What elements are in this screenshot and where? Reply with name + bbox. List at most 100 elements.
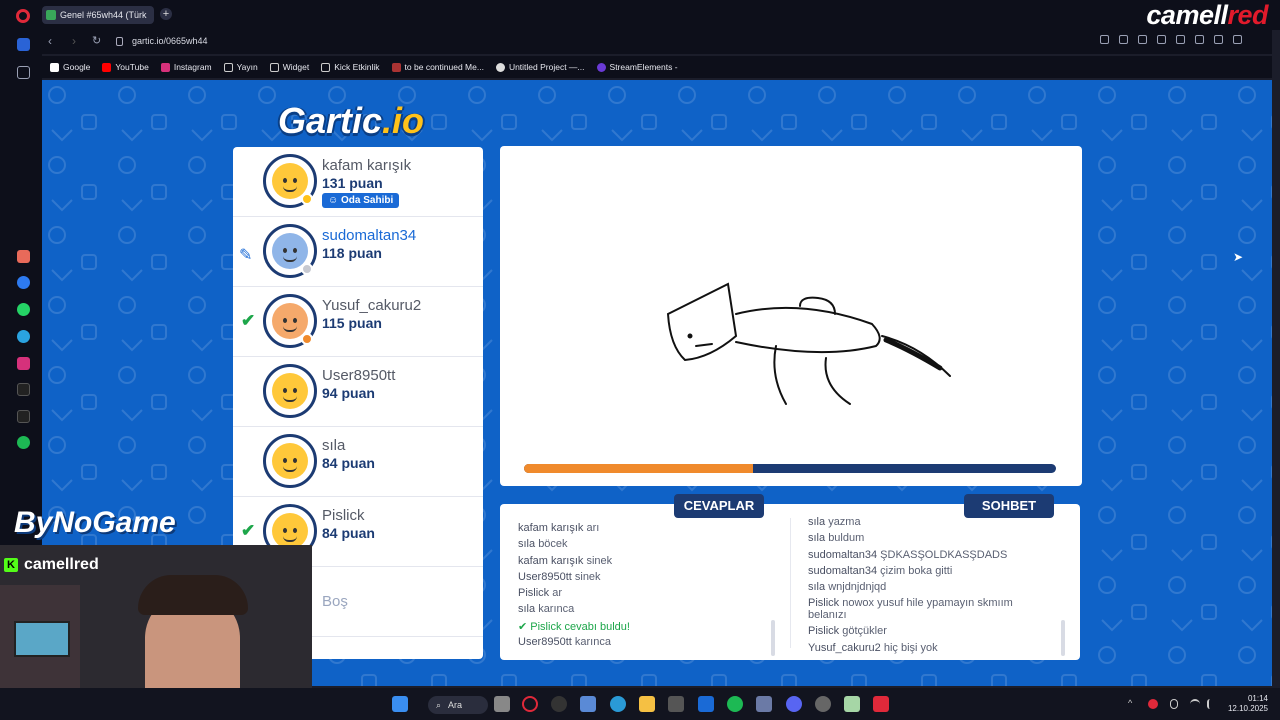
browser-tab-active[interactable]: Genel #65wh44 (Türk: [42, 6, 154, 24]
webcam-monitor: [14, 621, 70, 657]
app-taskbar-icon[interactable]: [580, 696, 596, 712]
chat-list: sıla yazma sıla buldum sudomaltan34 ŞDKA…: [808, 516, 1058, 658]
spotify-taskbar-icon[interactable]: [727, 696, 743, 712]
bynogame-overlay-logo: ByNoGame: [14, 506, 176, 539]
search-icon: ⌕: [436, 700, 442, 710]
messenger-icon[interactable]: [17, 276, 30, 289]
discord-taskbar-icon[interactable]: [786, 696, 802, 712]
home-icon[interactable]: [17, 38, 30, 51]
player-score: 131 puan: [322, 175, 383, 191]
telegram-icon[interactable]: [17, 330, 30, 343]
status-dot: [301, 333, 313, 345]
player-row[interactable]: sıla 84 puan: [233, 427, 483, 497]
round-timer-bar: [524, 464, 1056, 473]
bookmark-folder[interactable]: Yayın: [223, 62, 258, 72]
round-timer-fill: [524, 464, 753, 473]
app-taskbar-icon-3[interactable]: [815, 696, 831, 712]
chat-tab[interactable]: SOHBET: [964, 494, 1054, 518]
player-row[interactable]: ✎ sudomaltan34 118 puan: [233, 217, 483, 287]
avatar: [263, 364, 317, 418]
player-row[interactable]: kafam karışık 131 puan ☺ Oda Sahibi: [233, 147, 483, 217]
back-arrow-icon[interactable]: ‹: [48, 34, 52, 48]
x-icon[interactable]: [17, 410, 30, 423]
app-taskbar-icon-2[interactable]: [756, 696, 772, 712]
answers-scrollbar[interactable]: [771, 620, 775, 656]
logo-main: Gartic: [278, 100, 383, 141]
answers-tab[interactable]: CEVAPLAR: [674, 494, 764, 518]
bookmark-item[interactable]: StreamElements -: [596, 62, 678, 72]
obs-taskbar-icon[interactable]: [551, 696, 567, 712]
profile-icon[interactable]: [1233, 35, 1242, 44]
drawing-canvas[interactable]: [500, 146, 1082, 486]
edit-icon[interactable]: [1100, 35, 1109, 44]
outlook-taskbar-icon[interactable]: [698, 696, 714, 712]
speaker-icon[interactable]: [1207, 699, 1217, 709]
explorer-taskbar-icon[interactable]: [639, 696, 655, 712]
bookmark-folder[interactable]: Widget: [269, 62, 309, 72]
bookmark-item[interactable]: YouTube: [102, 62, 149, 72]
bookmark-item[interactable]: Untitled Project —...: [495, 62, 585, 72]
bookmarks-bar: Google YouTube Instagram Yayın Widget Ki…: [42, 56, 1272, 78]
logo-suffix: .io: [382, 100, 425, 141]
player-row[interactable]: User8950tt 94 puan: [233, 357, 483, 427]
answers-chat-panel: kafam karışık arı sıla böcek kafam karış…: [500, 504, 1080, 660]
taskbar-clock[interactable]: 01:14 12.10.2025: [1228, 694, 1268, 714]
brand-part-2: red: [1227, 0, 1268, 30]
bookmark-folder[interactable]: Kick Etkinlik: [321, 62, 380, 72]
windows-taskbar: ⌕ Ara ^ 01:14 12.10.2025: [0, 688, 1280, 720]
download-icon[interactable]: [1195, 35, 1204, 44]
microphone-icon[interactable]: [1170, 699, 1178, 709]
opera-logo-icon[interactable]: [16, 9, 30, 23]
mouse-cursor-icon: ➤: [1233, 250, 1244, 264]
taskbar-search[interactable]: ⌕ Ara: [428, 696, 488, 714]
tray-app-icon[interactable]: [1148, 699, 1158, 709]
menu-icon[interactable]: [1214, 35, 1223, 44]
windows-start-icon[interactable]: [392, 696, 408, 712]
forward-arrow-icon[interactable]: ›: [72, 34, 76, 48]
shield-icon[interactable]: [1138, 35, 1147, 44]
edge-taskbar-icon[interactable]: [610, 696, 626, 712]
browser-tab-bar: Genel #65wh44 (Türk + camellred: [0, 0, 1280, 30]
instagram-icon[interactable]: [17, 357, 30, 370]
answer-item: User8950tt sinek: [518, 570, 601, 583]
answer-item: User8950tt karınca: [518, 636, 611, 649]
new-tab-button[interactable]: +: [160, 8, 172, 20]
play-icon[interactable]: [1157, 35, 1166, 44]
opera-gx-taskbar-icon[interactable]: [873, 696, 889, 712]
player-score: 118 puan: [322, 245, 382, 261]
address-bar: ‹ › ↻ gartic.io/0665wh44: [42, 30, 1272, 54]
task-view-icon[interactable]: [494, 696, 510, 712]
chat-scrollbar[interactable]: [1061, 620, 1065, 656]
aria-icon[interactable]: [17, 250, 30, 263]
star-icon[interactable]: [17, 66, 30, 79]
bookmark-item[interactable]: Google: [50, 62, 90, 72]
opera-taskbar-icon[interactable]: [522, 696, 538, 712]
streamer-brand-logo: camellred: [1146, 0, 1268, 31]
bookmark-item[interactable]: Instagram: [160, 62, 212, 72]
notepad-taskbar-icon[interactable]: [844, 696, 860, 712]
tray-chevron-icon[interactable]: ^: [1128, 698, 1132, 708]
camera-icon[interactable]: [1119, 35, 1128, 44]
player-name: User8950tt: [322, 367, 396, 384]
reload-icon[interactable]: ↻: [92, 34, 101, 47]
heart-icon[interactable]: [1176, 35, 1185, 44]
panel-divider: [790, 518, 791, 648]
tiktok-icon[interactable]: [17, 383, 30, 396]
clock-time: 01:14: [1247, 694, 1268, 703]
drawing-sketch: [666, 282, 951, 405]
whatsapp-icon[interactable]: [17, 303, 30, 316]
kick-logo-icon: K: [4, 558, 18, 572]
player-row[interactable]: ✔ Yusuf_cakuru2 115 puan: [233, 287, 483, 357]
chat-item: Pislick götçükler: [808, 625, 887, 638]
room-owner-badge: ☺ Oda Sahibi: [322, 193, 400, 208]
chat-item: sudomaltan34 ŞDKASŞOLDKASŞDADS: [808, 548, 1008, 561]
spotify-icon[interactable]: [17, 436, 30, 449]
player-name: kafam karışık: [322, 157, 412, 174]
bookmark-item[interactable]: to be continued Me...: [391, 62, 484, 72]
player-name: sıla: [322, 437, 346, 454]
url-field[interactable]: gartic.io/0665wh44: [132, 36, 208, 46]
chat-item: sıla yazma: [808, 516, 861, 528]
wifi-icon[interactable]: [1190, 699, 1200, 709]
store-taskbar-icon[interactable]: [668, 696, 684, 712]
answer-item: Pislick ar: [518, 587, 563, 600]
